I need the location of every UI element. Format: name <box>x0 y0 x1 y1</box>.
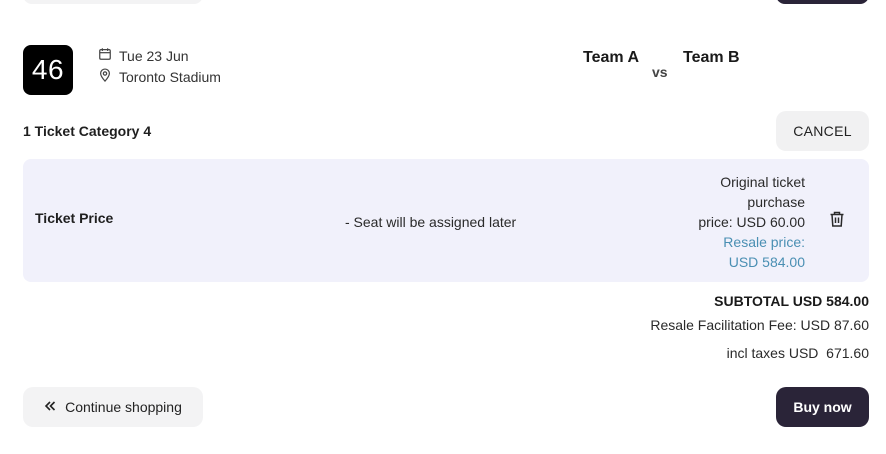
team-b: Team B <box>683 49 740 66</box>
location-pin-icon <box>98 68 112 85</box>
resale-price-line-1: Resale price: <box>723 234 805 250</box>
versus-label: vs <box>652 64 668 80</box>
match-date: Tue 23 Jun <box>119 47 189 64</box>
double-chevron-left-icon <box>44 399 56 415</box>
original-price-line-3: price: USD 60.00 <box>698 214 805 230</box>
match-number-badge: 46 <box>23 45 73 95</box>
continue-shopping-button[interactable]: Continue shopping <box>23 387 203 427</box>
ticket-price-label: Ticket Price <box>35 210 114 226</box>
price-details: Original ticket purchase price: USD 60.0… <box>665 172 805 272</box>
subtotal: SUBTOTAL USD 584.00 <box>714 293 869 309</box>
calendar-icon <box>98 47 112 64</box>
match-venue-row: Toronto Stadium <box>98 68 221 85</box>
delete-ticket-button[interactable] <box>826 210 848 232</box>
original-price-line-2: purchase <box>747 194 805 210</box>
ticket-category: 1 Ticket Category 4 <box>23 123 152 139</box>
resale-price-line-2: USD 584.00 <box>728 254 805 270</box>
seat-assignment-note: - Seat will be assigned later <box>345 214 517 230</box>
match-date-row: Tue 23 Jun <box>98 47 189 64</box>
original-price-line-1: Original ticket <box>720 174 805 190</box>
team-a: Team A <box>583 49 640 66</box>
trash-icon <box>828 210 846 233</box>
buy-now-button[interactable]: Buy now <box>776 387 869 427</box>
ticket-price-panel: Ticket Price - Seat will be assigned lat… <box>23 159 869 282</box>
match-venue: Toronto Stadium <box>119 68 221 85</box>
cancel-button[interactable]: CANCEL <box>776 111 869 151</box>
total-incl-taxes: incl taxes USD 671.60 <box>726 345 869 361</box>
previous-secondary-button[interactable] <box>23 0 203 4</box>
continue-shopping-label: Continue shopping <box>65 399 182 415</box>
previous-primary-button[interactable] <box>776 0 869 4</box>
facilitation-fee: Resale Facilitation Fee: USD 87.60 <box>650 317 869 333</box>
